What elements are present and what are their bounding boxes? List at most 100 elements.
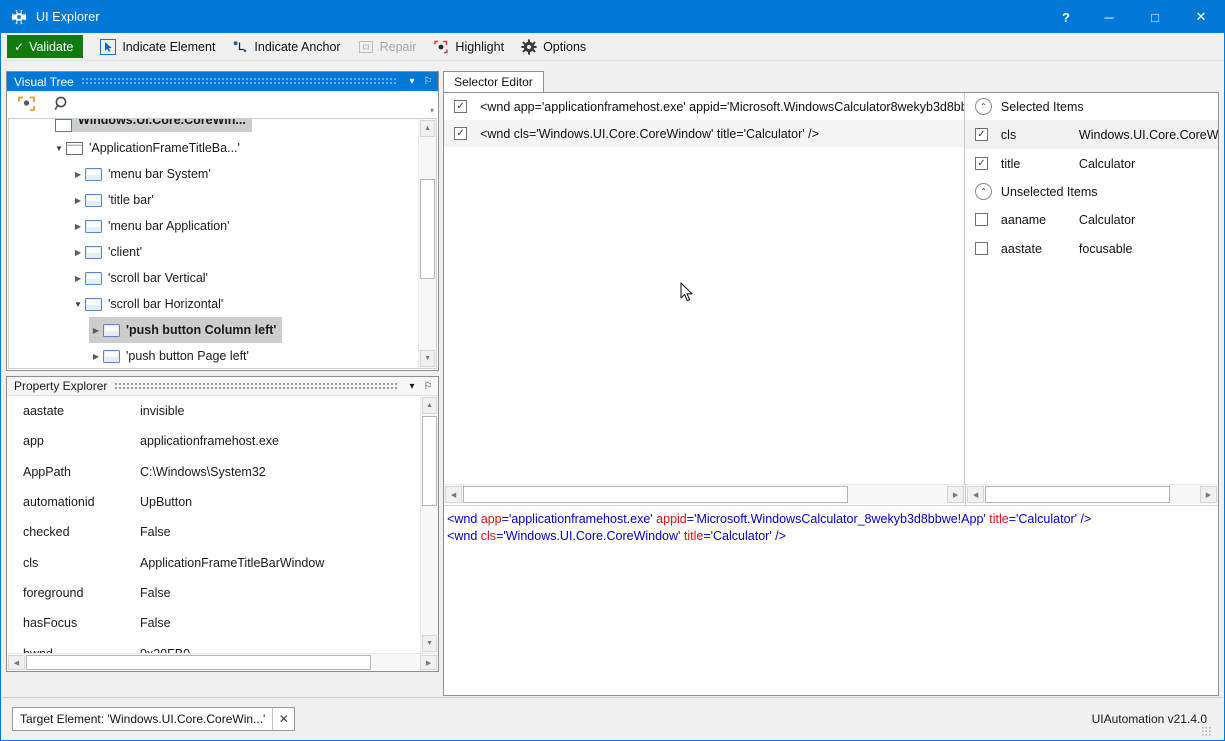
property-explorer-horizontal-scrollbar[interactable]: ◀ ▶	[7, 653, 439, 671]
attribute-row[interactable]: aaname Calculator	[965, 205, 1218, 234]
xml-tag: <wnd	[447, 512, 481, 526]
tree-row[interactable]: ▼ 'ApplicationFrameTitleBa...'	[9, 135, 418, 161]
scroll-track[interactable]	[463, 485, 946, 504]
property-row[interactable]: aastate invisible	[7, 396, 420, 426]
attribute-checkbox[interactable]	[974, 242, 988, 255]
visual-tree-vertical-scrollbar[interactable]: ▲ ▼	[418, 119, 437, 368]
xml-attr: cls	[480, 529, 497, 543]
property-explorer-vertical-scrollbar[interactable]: ▲ ▼	[420, 396, 439, 653]
selected-items-group-header[interactable]: ⌃ Selected Items	[965, 93, 1218, 120]
scroll-left-arrow-icon[interactable]: ◀	[967, 486, 985, 503]
property-explorer-dropdown-icon[interactable]: ▾	[404, 378, 420, 394]
expand-arrow-icon[interactable]: ▶	[71, 222, 85, 231]
property-value: applicationframehost.exe	[140, 434, 279, 449]
scroll-down-arrow-icon[interactable]: ▼	[420, 350, 436, 367]
scroll-left-arrow-icon[interactable]: ◀	[8, 655, 25, 670]
repair-button[interactable]: Repair	[353, 35, 425, 58]
scroll-up-arrow-icon[interactable]: ▲	[420, 120, 436, 137]
tree-row[interactable]: ▶ 'push button Page left'	[9, 343, 418, 368]
expand-arrow-icon[interactable]: ▼	[52, 144, 66, 153]
scroll-track[interactable]	[26, 654, 419, 671]
expand-arrow-icon[interactable]: ▶	[71, 274, 85, 283]
expand-arrow-icon[interactable]: ▶	[71, 196, 85, 205]
toolbar-overflow-icon[interactable]: ▾	[430, 106, 434, 115]
maximize-button[interactable]: □	[1132, 1, 1178, 33]
help-button[interactable]: ?	[1046, 1, 1086, 33]
property-row[interactable]: checked False	[7, 517, 420, 547]
attribute-row[interactable]: aastate focusable	[965, 234, 1218, 263]
property-explorer-pin-icon[interactable]: ⚐	[420, 378, 436, 394]
scroll-thumb[interactable]	[422, 416, 438, 506]
scroll-track[interactable]	[985, 485, 1199, 504]
property-row[interactable]: hwnd 0x20FB0	[7, 638, 420, 653]
selector-list-horizontal-scrollbar[interactable]: ◀ ▶	[444, 484, 966, 504]
attribute-checkbox[interactable]: ✓	[974, 128, 988, 141]
options-button[interactable]: Options	[516, 35, 594, 58]
tree-row[interactable]: ▶ 'title bar'	[9, 187, 418, 213]
property-row[interactable]: app applicationframehost.exe	[7, 426, 420, 456]
selector-checkbox[interactable]: ✓	[454, 100, 468, 113]
scroll-right-arrow-icon[interactable]: ▶	[420, 655, 438, 670]
scroll-right-arrow-icon[interactable]: ▶	[947, 486, 965, 503]
visual-tree-dropdown-icon[interactable]: ▾	[404, 74, 420, 90]
target-element-chip[interactable]: Target Element: 'Windows.UI.Core.CoreWin…	[12, 706, 296, 731]
minimize-button[interactable]: ─	[1086, 1, 1132, 33]
tree-row[interactable]: ▶ 'scroll bar Vertical'	[9, 265, 418, 291]
selector-row[interactable]: ✓ <wnd app='applicationframehost.exe' ap…	[444, 93, 964, 120]
selector-checkbox[interactable]: ✓	[454, 127, 468, 140]
expand-arrow-icon[interactable]: ▼	[71, 300, 85, 309]
chevron-up-icon[interactable]: ⌃	[974, 183, 992, 200]
tree-row[interactable]: ▶ 'menu bar System'	[9, 161, 418, 187]
control-node-icon	[85, 245, 102, 259]
scroll-down-arrow-icon[interactable]: ▼	[422, 635, 438, 652]
attribute-checkbox[interactable]: ✓	[974, 157, 988, 170]
scroll-left-arrow-icon[interactable]: ◀	[445, 486, 463, 503]
resize-grip-icon[interactable]	[1201, 725, 1211, 736]
tree-row[interactable]: ▼ 'scroll bar Horizontal'	[9, 291, 418, 317]
chevron-up-icon[interactable]: ⌃	[974, 98, 992, 115]
scroll-thumb[interactable]	[985, 486, 1171, 503]
highlight-button[interactable]: Highlight	[428, 35, 512, 58]
property-row[interactable]: hasFocus False	[7, 608, 420, 638]
tree-row-selected-wrap: ▶ 'push button Column left'	[9, 317, 418, 343]
xml-line-2: <wnd cls='Windows.UI.Core.CoreWindow' ti…	[447, 528, 1218, 545]
search-icon[interactable]	[53, 95, 71, 113]
indicate-element-button[interactable]: Indicate Element	[95, 35, 223, 58]
panel-grip-dots	[80, 77, 399, 86]
unselected-items-group-header[interactable]: ⌃ Unselected Items	[965, 178, 1218, 205]
selector-row[interactable]: ✓ <wnd cls='Windows.UI.Core.CoreWindow' …	[444, 120, 964, 147]
property-explorer-body: aastate invisible app applicationframeho…	[7, 396, 439, 653]
expand-arrow-icon[interactable]: ▶	[89, 326, 103, 335]
expand-arrow-icon[interactable]: ▶	[89, 352, 103, 361]
tab-selector-editor[interactable]: Selector Editor	[443, 71, 544, 92]
close-button[interactable]: ✕	[1178, 1, 1224, 33]
tree-row[interactable]: ▶ 'menu bar Application'	[9, 213, 418, 239]
property-row[interactable]: AppPath C:\Windows\System32	[7, 457, 420, 487]
tree-row[interactable]: ▶ 'push button Column left'	[89, 317, 283, 343]
visual-tree-pin-icon[interactable]: ⚐	[420, 74, 436, 90]
validate-button[interactable]: ✓ Validate	[7, 35, 84, 58]
tree-row[interactable]: Windows.UI.Core.CoreWin...	[9, 119, 418, 135]
scroll-thumb[interactable]	[26, 655, 371, 670]
visual-tree-scroll-area: Windows.UI.Core.CoreWin... ▼ 'Applicatio…	[9, 119, 418, 368]
selector-xml-preview[interactable]: <wnd app='applicationframehost.exe' appi…	[444, 505, 1218, 695]
attribute-row[interactable]: ✓ title Calculator	[965, 149, 1218, 178]
property-list: aastate invisible app applicationframeho…	[7, 396, 420, 653]
close-icon[interactable]: ✕	[272, 707, 294, 730]
expand-arrow-icon[interactable]: ▶	[71, 170, 85, 179]
scroll-thumb[interactable]	[420, 179, 436, 279]
scroll-thumb[interactable]	[463, 486, 849, 503]
attribute-row[interactable]: ✓ cls Windows.UI.Core.CoreW	[964, 120, 1218, 149]
attribute-checkbox[interactable]	[974, 213, 988, 226]
scroll-up-arrow-icon[interactable]: ▲	[422, 397, 438, 414]
property-row[interactable]: automationid UpButton	[7, 487, 420, 517]
attributes-horizontal-scrollbar[interactable]: ◀ ▶	[966, 484, 1218, 504]
expand-arrow-icon[interactable]: ▶	[71, 248, 85, 257]
indicate-element-icon[interactable]	[17, 95, 37, 113]
property-row[interactable]: foreground False	[7, 578, 420, 608]
tree-row[interactable]: ▶ 'client'	[9, 239, 418, 265]
indicate-anchor-button[interactable]: Indicate Anchor	[227, 35, 348, 58]
property-row[interactable]: cls ApplicationFrameTitleBarWindow	[7, 547, 420, 577]
scroll-right-arrow-icon[interactable]: ▶	[1200, 486, 1217, 503]
property-name: app	[23, 434, 44, 449]
